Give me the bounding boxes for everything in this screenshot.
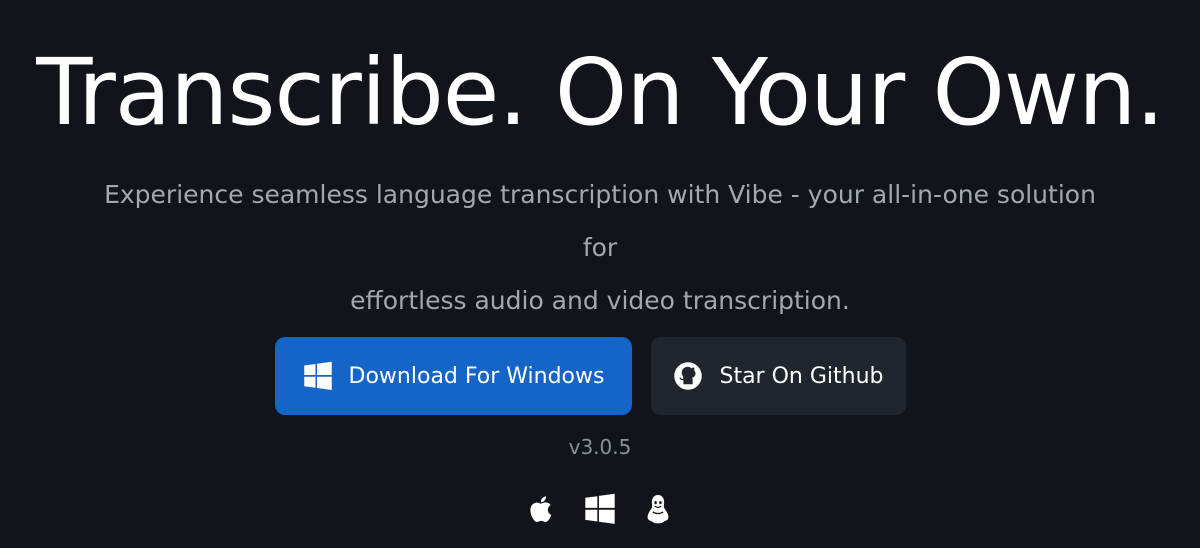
linux-icon[interactable] [641,490,675,528]
apple-icon[interactable] [525,490,559,528]
hero-title: Transcribe. On Your Own. [36,39,1164,146]
windows-icon[interactable] [583,490,617,528]
hero-subtitle: Experience seamless language transcripti… [100,168,1100,327]
github-icon [673,361,703,391]
hero-section: Transcribe. On Your Own. Experience seam… [0,0,1200,548]
star-on-github-button[interactable]: Star On Github [651,337,906,415]
github-button-label: Star On Github [719,363,884,389]
platform-icons [0,490,1200,528]
download-button-label: Download For Windows [348,363,605,389]
windows-icon [303,361,333,391]
download-for-windows-button[interactable]: Download For Windows [275,337,632,415]
version-label: v3.0.5 [568,435,632,459]
hero-subtitle-line-2: effortless audio and video transcription… [350,286,850,315]
hero-subtitle-line-1: Experience seamless language transcripti… [104,180,1096,262]
